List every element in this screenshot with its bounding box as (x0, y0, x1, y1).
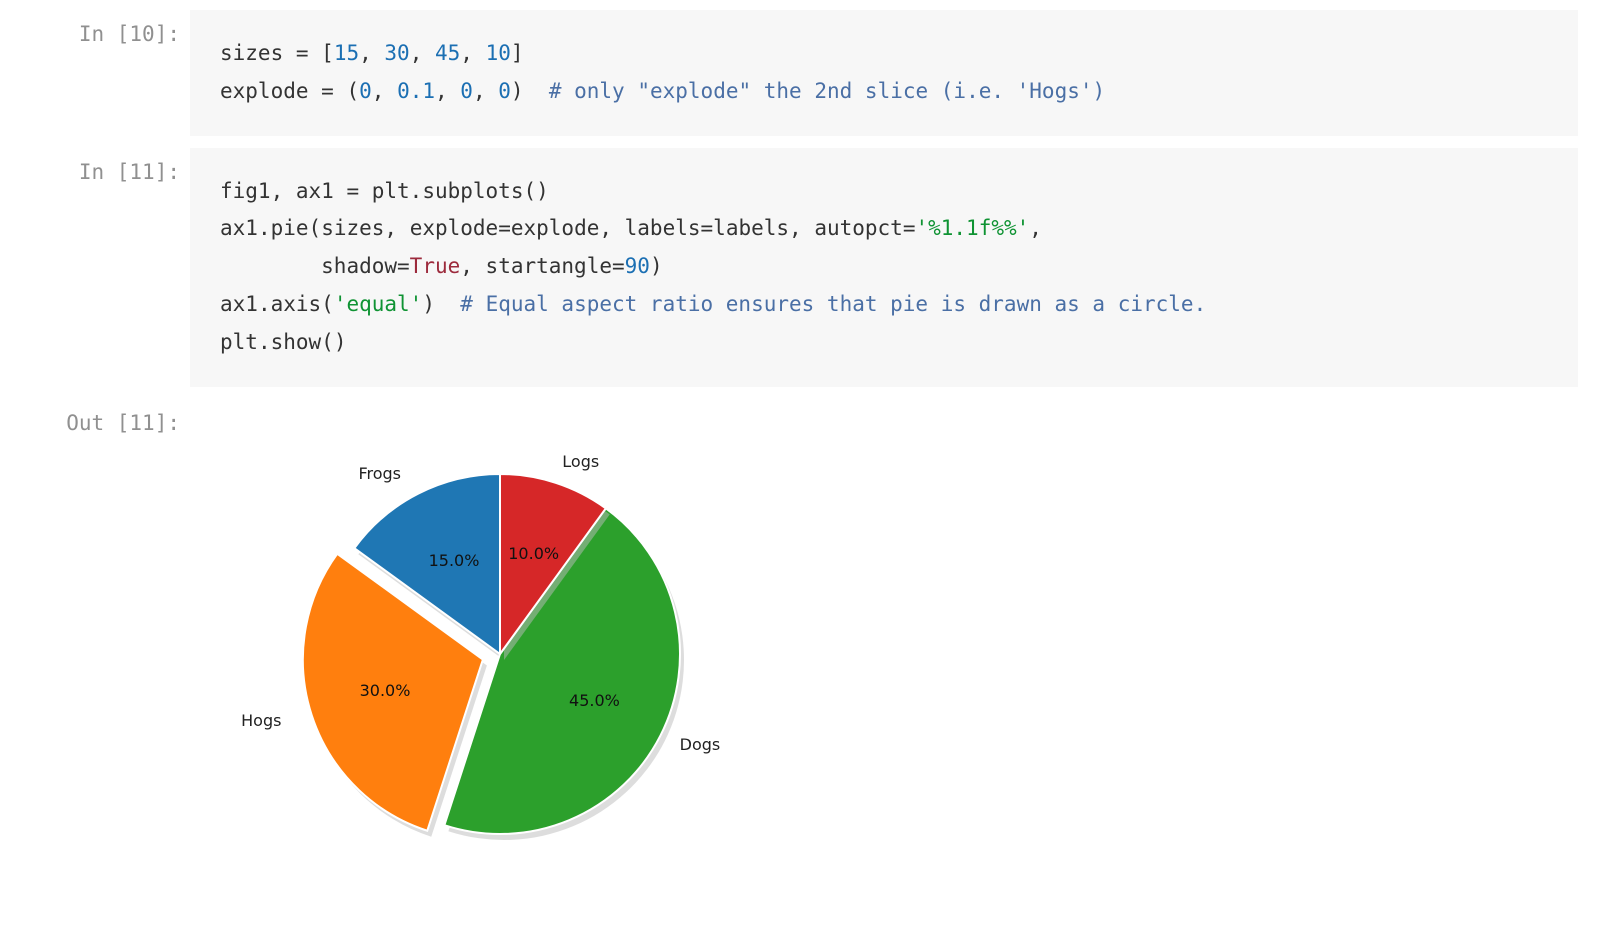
code-token: , (410, 41, 435, 65)
code-token: shadow (321, 254, 397, 278)
code-token: ( (346, 79, 359, 103)
code-token: , (460, 41, 485, 65)
code-token: = (612, 254, 625, 278)
code-token: ) (511, 79, 549, 103)
prompt-in-11: In [11]: (30, 148, 190, 184)
code-token: '%1.1f%%' (915, 216, 1029, 240)
code-token: ] (511, 41, 524, 65)
cell-in-10: In [10]: sizes = [15, 30, 45, 10] explod… (30, 10, 1578, 136)
code-token: 0.1 (397, 79, 435, 103)
pie-pct-hogs: 30.0% (360, 681, 411, 700)
pie-pct-logs: 10.0% (508, 544, 559, 563)
code-token: show (271, 330, 322, 354)
code-token: 90 (625, 254, 650, 278)
code-token: , (435, 79, 460, 103)
code-token: , (473, 79, 498, 103)
code-token: startangle (486, 254, 612, 278)
code-token: () (523, 179, 548, 203)
output-area-11: 15.0% Frogs 30.0% Hogs 45.0% Dogs 10.0% Logs (190, 399, 1578, 869)
code-token: = (321, 79, 346, 103)
pie-pct-frogs: 15.0% (429, 551, 480, 570)
code-token: plt (220, 330, 258, 354)
pie-label-logs: Logs (562, 452, 599, 471)
pie-chart: 15.0% Frogs 30.0% Hogs 45.0% Dogs 10.0% Logs (220, 409, 720, 869)
pie-label-frogs: Frogs (358, 464, 401, 483)
code-token: ax1 (220, 216, 258, 240)
code-token: labels, autopct (713, 216, 903, 240)
pie-svg (220, 409, 720, 869)
code-token: = (346, 179, 371, 203)
code-token: explode, labels (511, 216, 701, 240)
pie-label-dogs: Dogs (680, 735, 721, 754)
pie-label-hogs: Hogs (241, 711, 281, 730)
cell-in-11: In [11]: fig1, ax1 = plt.subplots() ax1.… (30, 148, 1578, 387)
code-token: axis (271, 292, 322, 316)
code-token: 30 (384, 41, 409, 65)
code-token: 45 (435, 41, 460, 65)
code-token: 0 (359, 79, 372, 103)
code-token: = (903, 216, 916, 240)
cell-out-11: Out [11]: 15.0% Frogs 30.0% Hogs 45.0% Dogs 10… (30, 399, 1578, 869)
code-token: () (321, 330, 346, 354)
code-token: explode (220, 79, 321, 103)
code-token: = (397, 254, 410, 278)
code-token: ( (321, 292, 334, 316)
code-token: , (359, 41, 384, 65)
code-token: , (1029, 216, 1042, 240)
code-token: plt (372, 179, 410, 203)
code-token: ( (309, 216, 322, 240)
code-token: subplots (422, 179, 523, 203)
code-block-11[interactable]: fig1, ax1 = plt.subplots() ax1.pie(sizes… (190, 148, 1578, 387)
code-token: 10 (486, 41, 511, 65)
code-token: sizes (220, 41, 296, 65)
code-token: fig1, ax1 (220, 179, 346, 203)
code-token: 'equal' (334, 292, 423, 316)
code-token: ) (422, 292, 460, 316)
code-token: [ (321, 41, 334, 65)
code-token: 0 (498, 79, 511, 103)
code-token: = (701, 216, 714, 240)
code-token: . (258, 292, 271, 316)
code-token: = (296, 41, 321, 65)
code-token: ) (650, 254, 663, 278)
code-comment: # only "explode" the 2nd slice (i.e. 'Ho… (549, 79, 1105, 103)
code-token: pie (271, 216, 309, 240)
code-token: , (372, 79, 397, 103)
code-token: ax1 (220, 292, 258, 316)
prompt-in-10: In [10]: (30, 10, 190, 46)
code-block-10[interactable]: sizes = [15, 30, 45, 10] explode = (0, 0… (190, 10, 1578, 136)
code-token: . (258, 216, 271, 240)
code-token: . (410, 179, 423, 203)
code-token: = (498, 216, 511, 240)
code-token: 15 (334, 41, 359, 65)
code-token: sizes, explode (321, 216, 498, 240)
code-token (220, 254, 321, 278)
pie-pct-dogs: 45.0% (569, 691, 620, 710)
code-token: , (460, 254, 485, 278)
code-token: . (258, 330, 271, 354)
code-comment: # Equal aspect ratio ensures that pie is… (460, 292, 1206, 316)
prompt-out-11: Out [11]: (30, 399, 190, 435)
code-token: 0 (460, 79, 473, 103)
code-token: True (410, 254, 461, 278)
